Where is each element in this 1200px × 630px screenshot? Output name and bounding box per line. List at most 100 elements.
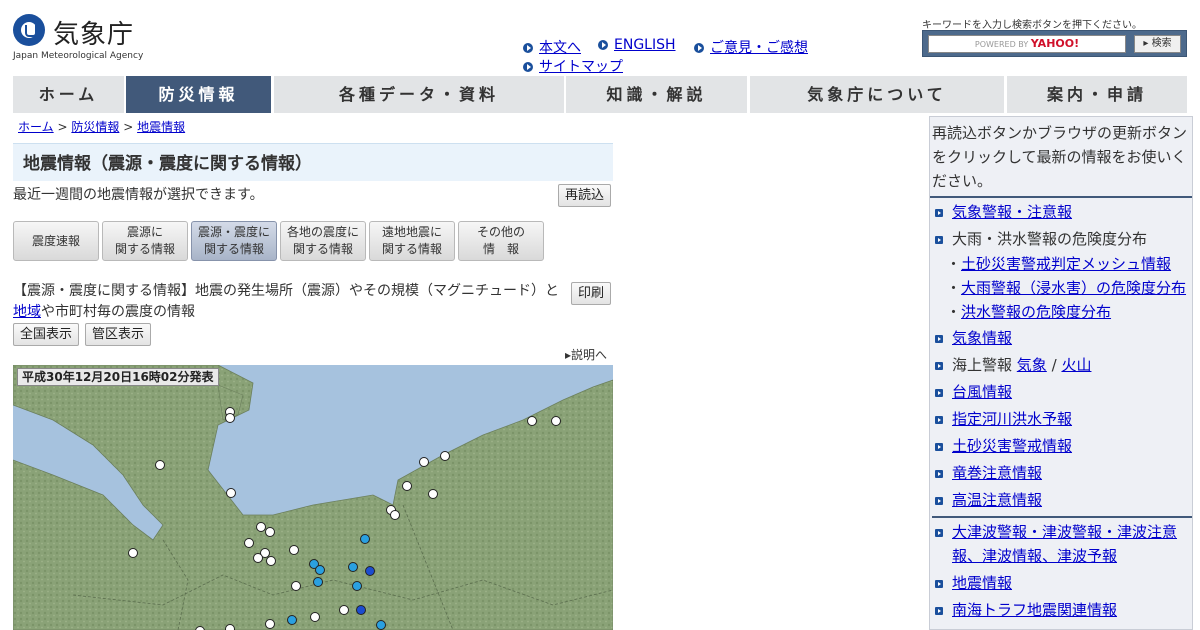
nav-tab-home[interactable]: ホーム [13, 76, 124, 113]
tab-other-info[interactable]: その他の 情 報 [458, 221, 544, 261]
sidebar-links: 気象警報・注意報 大雨・洪水警報の危険度分布 ・土砂災害警戒判定メッシュ情報 ・… [930, 198, 1192, 623]
tab-regional-intensity[interactable]: 各地の震度に 関する情報 [280, 221, 366, 261]
sidebar-link-warnings[interactable]: 気象警報・注意報 [952, 203, 1072, 221]
national-view-button[interactable]: 全国表示 [13, 323, 80, 346]
search-input[interactable]: POWERED BY YAHOO! [928, 35, 1126, 53]
sidebar-link-tsunami[interactable]: 大津波警報・津波警報・津波注意報、津波情報、津波予報 [952, 523, 1177, 565]
station-marker [402, 481, 412, 491]
intensity-2-marker [352, 581, 362, 591]
tab-distant-earthquake[interactable]: 遠地地震に 関する情報 [369, 221, 455, 261]
sidebar-link-typhoon[interactable]: 台風情報 [952, 383, 1012, 401]
district-view-button[interactable]: 管区表示 [85, 323, 152, 346]
feedback-link[interactable]: ご意見・ご感想 [710, 40, 808, 56]
station-marker [551, 416, 561, 426]
explanation-link[interactable]: ▸説明へ [565, 346, 607, 363]
tab-label: 関する情報 [381, 242, 442, 256]
global-nav: ホーム 防災情報 各種データ・資料 知識・解説 気象庁について 案内・申請 [13, 76, 1187, 113]
sidebar-link-heat[interactable]: 高温注意情報 [952, 491, 1042, 509]
sidebar-link-marine-weather[interactable]: 気象 [1017, 356, 1047, 374]
jma-logo[interactable]: 気象庁 Japan Meteorological Agency [13, 14, 173, 64]
intensity-2-marker [360, 534, 370, 544]
station-marker [253, 553, 263, 563]
region-link[interactable]: 地域 [13, 304, 41, 320]
breadcrumb-home[interactable]: ホーム [18, 120, 54, 134]
tab-hypocenter-intensity[interactable]: 震源・震度に 関する情報 [191, 221, 277, 261]
jma-emblem-icon [13, 14, 45, 46]
nav-tab-guide[interactable]: 案内・申請 [1007, 76, 1187, 113]
station-marker [256, 522, 266, 532]
search-powered-label: POWERED BY [974, 40, 1029, 49]
sidebar-item-warnings: 気象警報・注意報 [932, 198, 1192, 225]
map-timestamp: 平成30年12月20日16時02分発表 [17, 368, 219, 386]
sidebar-link-marine-volcano[interactable]: 火山 [1061, 356, 1091, 374]
sidebar-label-heavy-rain: 大雨・洪水警報の危険度分布 [952, 230, 1148, 248]
tab-label: 遠地地震に [381, 225, 442, 239]
sidebar-link-nankai[interactable]: 南海トラフ地震関連情報 [952, 601, 1117, 619]
sidebar-item-heavy-rain: 大雨・洪水警報の危険度分布 [932, 225, 1192, 252]
tab-hypocenter[interactable]: 震源に 関する情報 [102, 221, 188, 261]
station-marker [225, 624, 235, 630]
arrow-bullet-icon [598, 40, 608, 50]
sidebar-item-earthquake: 地震情報 [932, 569, 1192, 596]
search-button[interactable]: ▸ 検索 [1134, 35, 1181, 53]
sidebar-link-flood-risk[interactable]: 洪水警報の危険度分布 [961, 303, 1111, 321]
yahoo-logo: YAHOO! [1030, 37, 1080, 50]
skip-to-content-link[interactable]: 本文へ [539, 40, 581, 56]
nav-tab-knowledge[interactable]: 知識・解説 [566, 76, 747, 113]
intensity-2-marker [348, 562, 358, 572]
sidebar-item-weather-info: 気象情報 [932, 324, 1192, 351]
description-text: や市町村毎の震度の情報 [41, 304, 195, 320]
station-marker [339, 605, 349, 615]
info-type-tabs: 震度速報 震源に 関する情報 震源・震度に 関する情報 各地の震度に 関する情報… [13, 221, 553, 261]
sidebar-item-heat: 高温注意情報 [932, 486, 1192, 513]
map-graphic [13, 365, 613, 630]
station-marker [265, 527, 275, 537]
nav-tab-data[interactable]: 各種データ・資料 [274, 76, 564, 113]
sidebar-link-inundation-risk[interactable]: 大雨警報（浸水害）の危険度分布 [961, 279, 1186, 297]
breadcrumb-separator: > [123, 120, 134, 134]
sidebar-item-marine: 海上警報 気象 / 火山 [932, 351, 1192, 378]
tab-intensity-flash[interactable]: 震度速報 [13, 221, 99, 261]
print-button[interactable]: 印刷 [571, 282, 612, 305]
station-marker [155, 460, 165, 470]
nav-tab-disaster-info[interactable]: 防災情報 [126, 76, 271, 113]
intensity-2-marker [376, 620, 386, 630]
breadcrumb-earthquake-info[interactable]: 地震情報 [137, 120, 185, 134]
sidebar-link-landslide-mesh[interactable]: 土砂災害警戒判定メッシュ情報 [961, 255, 1171, 273]
breadcrumb-disaster-info[interactable]: 防災情報 [71, 120, 119, 134]
sidebar-item-nankai: 南海トラフ地震関連情報 [932, 596, 1192, 623]
sidebar-link-river-flood[interactable]: 指定河川洪水予報 [952, 410, 1072, 428]
sidebar-item-landslide: 土砂災害警戒情報 [932, 432, 1192, 459]
search-form: POWERED BY YAHOO! ▸ 検索 [922, 30, 1187, 57]
breadcrumb-separator: > [57, 120, 68, 134]
page-title: 地震情報（震源・震度に関する情報） [13, 143, 613, 181]
station-marker [266, 556, 276, 566]
sidebar-item-typhoon: 台風情報 [932, 378, 1192, 405]
nav-tab-about[interactable]: 気象庁について [750, 76, 1004, 113]
intensity-2-marker [287, 615, 297, 625]
station-marker [428, 489, 438, 499]
english-link[interactable]: ENGLISH [614, 37, 676, 53]
sidebar-link-landslide[interactable]: 土砂災害警戒情報 [952, 437, 1072, 455]
sitemap-link[interactable]: サイトマップ [539, 59, 623, 75]
sidebar-note: 再読込ボタンかブラウザの更新ボタンをクリックして最新の情報をお使いください。 [930, 117, 1192, 198]
sidebar: 再読込ボタンかブラウザの更新ボタンをクリックして最新の情報をお使いください。 気… [929, 116, 1193, 630]
station-marker [225, 413, 235, 423]
tab-label: その他の [476, 225, 525, 239]
sidebar-separator: / [1051, 356, 1057, 374]
info-description: 【震源・震度に関する情報】地震の発生場所（震源）やその規模（マグニチュード）と地… [13, 281, 563, 323]
tab-label: 震源・震度に [197, 225, 270, 239]
earthquake-map[interactable]: 平成30年12月20日16時02分発表 [13, 365, 613, 630]
reload-button[interactable]: 再読込 [558, 184, 612, 207]
sidebar-link-weather-info[interactable]: 気象情報 [952, 329, 1012, 347]
intensity-3-marker [365, 566, 375, 576]
tab-label: 関する情報 [203, 242, 264, 256]
skip-to-content-link-wrap: 本文へ [523, 37, 581, 57]
logo-subtitle: Japan Meteorological Agency [13, 51, 144, 61]
tab-label: 各地の震度に [286, 225, 359, 239]
sidebar-link-earthquake[interactable]: 地震情報 [952, 574, 1012, 592]
station-marker [390, 510, 400, 520]
sidebar-subitem: ・洪水警報の危険度分布 [946, 303, 1112, 321]
sidebar-link-tornado[interactable]: 竜巻注意情報 [952, 464, 1042, 482]
intensity-2-marker [313, 577, 323, 587]
